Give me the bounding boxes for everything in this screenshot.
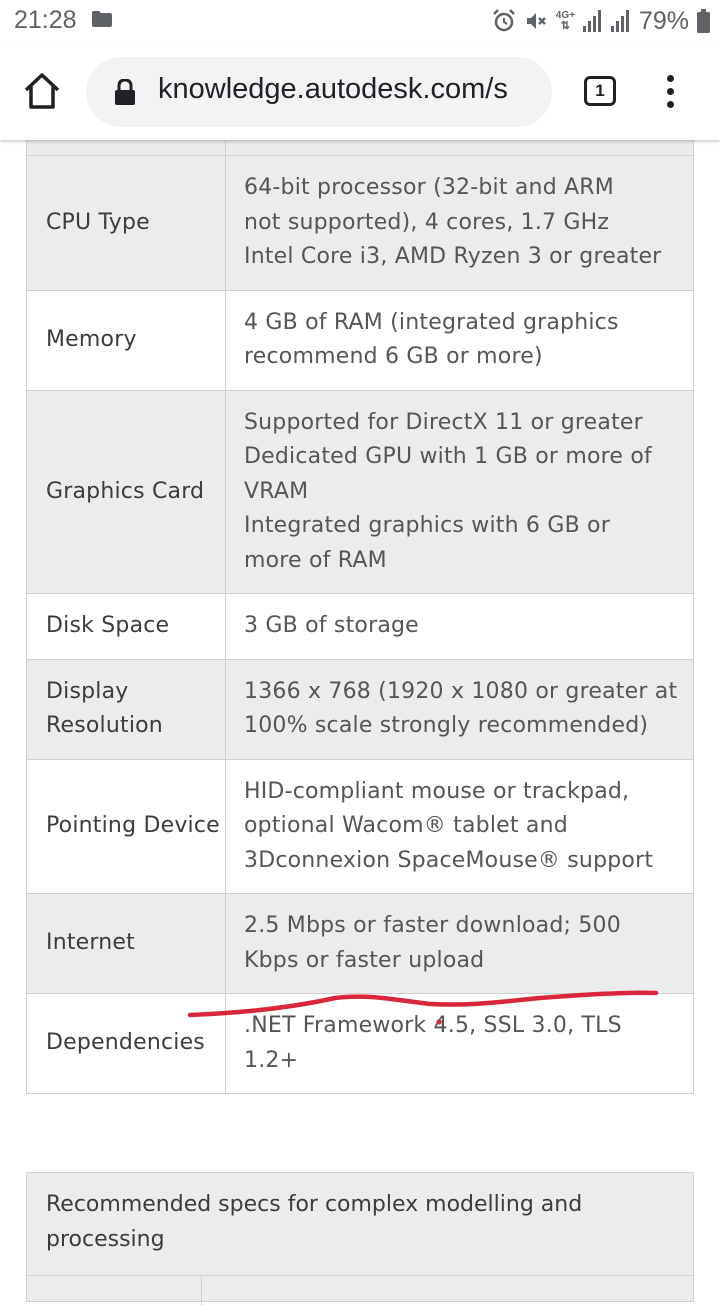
address-bar[interactable]: knowledge.autodesk.com/s (86, 57, 552, 127)
table-row: Graphics Card Supported for DirectX 11 or… (26, 389, 694, 594)
spec-value-line: Kbps or faster upload (244, 947, 485, 973)
spec-value-line: VRAM (244, 478, 309, 504)
spec-value-line: Dedicated GPU with 1 GB or more of (244, 444, 652, 469)
mute-icon (526, 13, 546, 29)
spec-value-line: .NET Framework 4.5, SSL 3.0, TLS (244, 1013, 622, 1038)
status-bar: 21:28 4G+ ⇅ 79% (0, 0, 720, 42)
spec-value-line: 3 GB of storage (244, 613, 419, 638)
network-type-icon: 4G+ ⇅ (555, 10, 575, 32)
spec-value-line: recommend 6 GB or more) (244, 344, 543, 369)
spec-value-line: 3Dconnexion SpaceMouse® support (244, 847, 654, 873)
spec-value-line: 4 GB of RAM (integrated graphics (244, 309, 619, 335)
table-row: Disk Space 3 GB of storage (26, 593, 694, 660)
spec-value-line: HID-compliant mouse or trackpad, (244, 778, 630, 804)
spec-value: 3 GB of storage (225, 593, 694, 660)
home-icon[interactable] (20, 69, 64, 113)
spec-value-line: more of RAM (244, 547, 387, 573)
recommended-specs-header: Recommended specs for complex modelling … (26, 1172, 694, 1305)
spec-label: CPU Type (26, 155, 226, 291)
browser-toolbar: knowledge.autodesk.com/s 1 (0, 42, 720, 140)
table-row: CPU Type 64-bit processor (32-bit and ARM… (26, 155, 694, 291)
spec-value-line: 64-bit processor (32-bit and ARM (244, 175, 614, 200)
battery-icon (697, 9, 710, 33)
signal-icon-2 (610, 10, 629, 32)
status-time: 21:28 (14, 6, 77, 34)
spec-value: Supported for DirectX 11 or greater Dedic… (225, 389, 694, 594)
table-row: Display Resolution 1366 x 768 (1920 x 108… (26, 658, 694, 760)
spec-value-line: 2.5 Mbps or faster download; 500 (244, 913, 621, 938)
overflow-menu-icon[interactable] (656, 72, 684, 112)
spec-value: 1366 x 768 (1920 x 1080 or greater at 100… (225, 658, 694, 760)
spec-value-line: optional Wacom® tablet and (244, 813, 568, 838)
spec-label: Dependencies (26, 993, 226, 1094)
alarm-icon (492, 9, 515, 32)
status-icons: 4G+ ⇅ 79% (492, 6, 710, 36)
url-text: knowledge.autodesk.com/s (158, 73, 508, 105)
tab-switcher-button[interactable]: 1 (584, 76, 616, 106)
spec-value-line: 1366 x 768 (1920 x 1080 or greater at (244, 678, 678, 704)
spec-value-line: 100% scale strongly recommended) (244, 713, 649, 738)
spec-value-line: Supported for DirectX 11 or greater (244, 409, 643, 435)
signal-icon (582, 10, 601, 32)
spec-value: 4 GB of RAM (integrated graphics recommen… (225, 289, 694, 391)
spec-label: Graphics Card (26, 389, 226, 594)
table-row: Pointing Device HID-compliant mouse or tr… (26, 758, 694, 894)
table-row: Dependencies .NET Framework 4.5, SSL 3.0,… (26, 993, 694, 1094)
spec-value: 64-bit processor (32-bit and ARM not supp… (225, 155, 694, 291)
spec-value: HID-compliant mouse or trackpad, optional… (225, 758, 694, 894)
lock-icon (115, 79, 135, 105)
battery-percent: 79% (638, 6, 689, 35)
spec-value-line: Integrated graphics with 6 GB or (244, 513, 610, 538)
spec-label: Memory (26, 289, 226, 391)
spec-value: 2.5 Mbps or faster download; 500 Kbps or … (225, 893, 694, 994)
spec-value: .NET Framework 4.5, SSL 3.0, TLS 1.2+ (225, 993, 694, 1094)
table-row: Internet 2.5 Mbps or faster download; 500… (26, 893, 694, 994)
system-requirements-table: CPU Type 64-bit processor (32-bit and ARM… (26, 130, 694, 1094)
table-row: Memory 4 GB of RAM (integrated graphics re… (26, 289, 694, 391)
spec-label: Disk Space (26, 593, 226, 660)
spec-label: Internet (26, 893, 226, 994)
spec-value-line: Intel Core i3, AMD Ryzen 3 or greater (244, 244, 662, 269)
spec-value-line: not supported), 4 cores, 1.7 GHz (244, 209, 610, 235)
spec-label: Pointing Device (26, 758, 226, 894)
recommended-specs-title: Recommended specs for complex modelling … (46, 1192, 583, 1252)
spec-label: Display Resolution (26, 658, 226, 760)
spec-value-line: 1.2+ (244, 1047, 299, 1073)
folder-icon (92, 11, 112, 27)
